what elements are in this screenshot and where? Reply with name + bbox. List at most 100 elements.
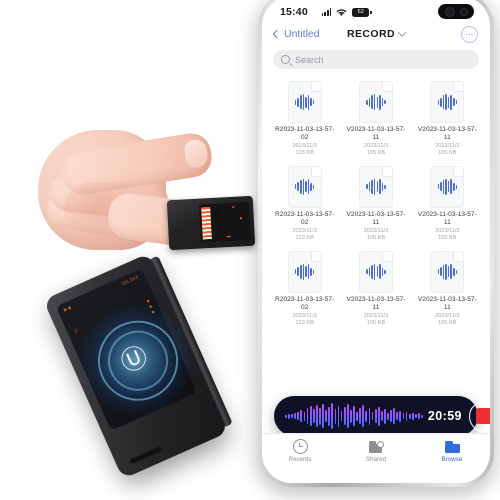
waveform-bar bbox=[393, 408, 396, 424]
bottom-tab-bar: Recents Shared Browse bbox=[262, 433, 490, 483]
file-name: R2023-11-03-13-57-02 bbox=[275, 295, 335, 312]
file-item[interactable]: V2023-11-03-13-57-11 2023/11/3 105 KB bbox=[413, 162, 482, 245]
waveform-icon bbox=[437, 263, 458, 280]
file-item[interactable]: V2023-11-03-13-57-11 2023/11/3 105 KB bbox=[413, 247, 482, 330]
battery-icon: 62 bbox=[352, 7, 372, 17]
wifi-icon bbox=[337, 8, 347, 16]
file-name: V2023-11-03-13-57-11 bbox=[346, 295, 406, 312]
waveform-bar bbox=[371, 412, 374, 420]
file-date: 2023/11/3 bbox=[435, 142, 460, 149]
waveform-icon bbox=[366, 178, 386, 195]
waveform-bar bbox=[365, 410, 368, 422]
waveform-icon bbox=[366, 94, 386, 110]
back-button-label: Untitled bbox=[284, 28, 320, 40]
waveform-icon bbox=[294, 94, 315, 110]
chevron-down-icon[interactable] bbox=[397, 28, 407, 37]
stop-icon bbox=[476, 408, 490, 424]
file-size: 123 KB bbox=[295, 320, 314, 327]
clock-icon bbox=[292, 439, 308, 454]
waveform-bar bbox=[421, 414, 423, 418]
file-size: 105 KB bbox=[366, 235, 386, 242]
mini-voice-recorder: ▲ ■ ▬ bbox=[166, 195, 256, 251]
waveform-bar bbox=[390, 410, 392, 422]
waveform-bar bbox=[387, 412, 389, 420]
tab-label: Recents bbox=[288, 456, 312, 463]
waveform-bar bbox=[300, 410, 303, 422]
punch-hole-camera bbox=[438, 4, 474, 19]
page-title: RECORD bbox=[347, 28, 395, 40]
waveform-icon bbox=[294, 178, 315, 195]
file-name: R2023-11-03-13-57-02 bbox=[275, 210, 335, 227]
back-button[interactable]: Untitled bbox=[272, 28, 320, 40]
file-name: V2023-11-03-13-57-11 bbox=[417, 126, 477, 142]
file-size: 105 KB bbox=[366, 150, 386, 157]
file-name: V2023-11-03-13-57-11 bbox=[417, 210, 477, 227]
tab-label: Shared bbox=[366, 456, 386, 463]
file-item[interactable]: R2023-11-03-13-57-02 2023/11/3 123 KB bbox=[270, 247, 339, 330]
tab-label: Browse bbox=[441, 456, 463, 463]
camera-lens-main bbox=[444, 6, 455, 17]
tab-recents[interactable]: Recents bbox=[262, 439, 338, 463]
waveform-bar bbox=[294, 413, 297, 419]
voice-recorder-device: ▶◀ON OFF ♫ ■■■ Ⓤ bbox=[43, 252, 233, 480]
file-item[interactable]: V2023-11-03-13-57-11 2023/11/3 105 KB bbox=[341, 77, 410, 160]
waveform-bar bbox=[312, 409, 315, 423]
waveform-bar bbox=[306, 408, 309, 424]
camera-lens-secondary bbox=[459, 7, 468, 16]
file-item[interactable]: R2023-11-03-13-57-02 2023/11/3 123 KB bbox=[270, 77, 339, 160]
stop-recording-button[interactable] bbox=[468, 400, 490, 432]
search-input[interactable]: Search bbox=[273, 50, 479, 69]
mini-device-label-top: ▲ bbox=[231, 203, 236, 209]
file-name: R2023-11-03-13-57-02 bbox=[275, 126, 335, 142]
file-name: V2023-11-03-13-57-11 bbox=[346, 126, 406, 142]
file-date: 2023/11/3 bbox=[435, 227, 460, 234]
waveform-bar bbox=[340, 411, 343, 421]
mini-device-label-bottom: ▬ bbox=[226, 232, 232, 239]
file-item[interactable]: V2023-11-03-13-57-11 2023/11/3 105 KB bbox=[341, 162, 410, 245]
product-photo-scene: ▲ ■ ▬ ▶◀ON OFF ♫ ■■■ Ⓤ bbox=[0, 0, 265, 500]
hand-holding-device: ▲ ■ ▬ bbox=[10, 70, 260, 260]
waveform-bar bbox=[331, 403, 334, 429]
audio-file-icon bbox=[430, 165, 465, 208]
device-screen-left-icon: ♫ bbox=[72, 327, 80, 336]
tab-browse[interactable]: Browse bbox=[414, 439, 490, 463]
recording-waveform bbox=[285, 403, 423, 429]
waveform-bar bbox=[377, 406, 380, 426]
audio-file-icon bbox=[430, 250, 465, 293]
audio-file-icon bbox=[287, 250, 322, 293]
waveform-bar bbox=[315, 405, 318, 427]
cellular-signal-icon bbox=[321, 8, 332, 16]
file-item[interactable]: R2023-11-03-13-57-02 2023/11/3 123 KB bbox=[270, 162, 339, 245]
waveform-bar bbox=[356, 411, 358, 421]
waveform-bar bbox=[411, 412, 414, 420]
file-date: 2023/11/3 bbox=[292, 227, 317, 234]
smartphone-mockup: 15:40 62 Untitled RECORD ⋯ Search R2023-… bbox=[258, 0, 494, 487]
status-bar-time: 15:40 bbox=[280, 6, 308, 18]
file-name: V2023-11-03-13-57-11 bbox=[346, 210, 406, 227]
waveform-bar bbox=[399, 410, 402, 422]
file-date: 2023/11/3 bbox=[363, 312, 389, 319]
tab-icon-wrap bbox=[368, 439, 384, 454]
device-speaker-grille bbox=[129, 445, 163, 465]
more-options-button[interactable]: ⋯ bbox=[461, 25, 478, 43]
status-bar-icons: 62 bbox=[321, 7, 372, 17]
file-item[interactable]: V2023-11-03-13-57-11 2023/11/3 105 KB bbox=[413, 77, 482, 160]
waveform-bar bbox=[380, 411, 383, 421]
waveform-bar bbox=[418, 413, 420, 419]
screenshot-root: ▲ ■ ▬ ▶◀ON OFF ♫ ■■■ Ⓤ bbox=[0, 0, 500, 500]
waveform-bar bbox=[384, 408, 386, 424]
waveform-bar bbox=[319, 407, 321, 425]
waveform-icon bbox=[294, 263, 315, 280]
file-item[interactable]: V2023-11-03-13-57-11 2023/11/3 105 KB bbox=[341, 247, 410, 330]
waveform-bar bbox=[285, 414, 287, 418]
tab-shared[interactable]: Shared bbox=[338, 439, 414, 463]
waveform-bar bbox=[328, 406, 331, 426]
audio-file-icon bbox=[287, 165, 322, 208]
waveform-bar bbox=[343, 407, 346, 425]
file-size: 123 KB bbox=[295, 150, 314, 157]
waveform-bar bbox=[362, 405, 365, 427]
person-badge-icon bbox=[376, 440, 384, 448]
file-size: 105 KB bbox=[366, 320, 386, 327]
audio-file-icon bbox=[358, 81, 393, 123]
waveform-icon bbox=[366, 263, 386, 280]
